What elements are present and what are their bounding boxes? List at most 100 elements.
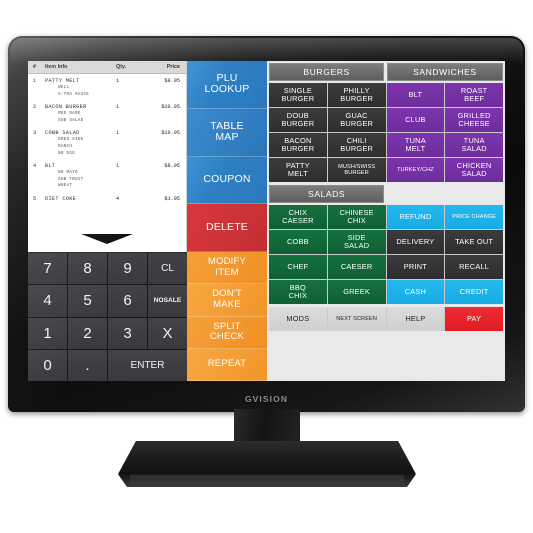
keypad-key-no-sale[interactable]: NO SALE [148,285,187,317]
category-burgers[interactable]: BURGERS [269,63,385,81]
menu-button-patty-melt[interactable]: PATTY MELT [269,158,327,182]
receipt-item-row[interactable]: 4 BLT 1 $8.95 [28,162,186,170]
category-row-top: BURGERS SANDWICHES [269,63,503,81]
column-header-price: Price [166,64,180,70]
function-button-coupon[interactable]: COUPON [187,156,267,205]
category-empty-slot [387,185,500,203]
category-salads[interactable]: SALADS [269,185,385,203]
receipt-item-qty: 1 [116,130,120,137]
menu-button-chicken-salad[interactable]: CHICKEN SALAD [445,158,503,182]
numeric-keypad[interactable]: 7 8 9 CL 4 5 6 NO SALE 1 2 3 X 0. ENTER [28,252,187,381]
menu-button-chix-caeser[interactable]: CHIX CAESER [269,205,327,229]
receipt-item-row[interactable]: 1 PATTY MELT 1 $9.95 [28,77,186,85]
receipt-item-name: PATTY MELT [45,78,80,84]
function-button-don-t-make[interactable]: DON'T MAKE [187,284,267,317]
menu-grid-salads-actions[interactable]: CHIX CAESER CHINESE CHIX REFUND PRICE CHANGE C… [269,205,503,304]
keypad-key-3[interactable]: 3 [108,317,147,349]
menu-button-side-salad[interactable]: SIDE SALAD [327,230,386,254]
menu-button-next-screen[interactable]: NEXT SCREEN [327,307,386,331]
receipt-item-name: DIET COKE [45,195,77,202]
keypad-key-5[interactable]: 5 [68,285,107,317]
receipt-item-number: 5 [32,195,37,202]
function-button-table-map[interactable]: TABLE MAP [187,108,267,157]
receipt-item-modifier: SUB FRUIT [58,176,84,182]
category-sandwiches[interactable]: SANDWICHES [387,63,503,81]
keypad-key-[interactable]: . [68,349,107,381]
function-button-modify-item[interactable]: MODIFY ITEM [187,252,267,285]
keypad-key-1[interactable]: 1 [28,317,67,349]
menu-button-take-out[interactable]: TAKE OUT [445,230,503,254]
receipt-item-row[interactable]: 2 BACON BURGER 1 $10.95 [28,103,186,111]
keypad-key-enter[interactable]: ENTER [108,349,187,381]
order-receipt-panel[interactable]: # Item Info Qty. Price 1 PATTY MELT 1 $9.95… [28,61,187,252]
column-header-qty: Qty. [116,64,127,70]
keypad-key-6[interactable]: 6 [108,285,147,317]
scroll-down-arrow-icon[interactable] [81,234,133,244]
receipt-item-row[interactable]: 3 COBB SALAD 1 $10.95 [28,129,186,137]
touchscreen-display: # Item Info Qty. Price 1 PATTY MELT 1 $9.95… [28,61,505,381]
function-button-split-check[interactable]: SPLIT CHECK [187,316,267,349]
receipt-item-qty: 1 [116,78,120,84]
menu-button-help[interactable]: HELP [386,307,445,331]
keypad-key-4[interactable]: 4 [28,285,67,317]
menu-button-print[interactable]: PRINT [386,255,445,279]
menu-button-delivery[interactable]: DELIVERY [386,230,445,254]
menu-button-price-change[interactable]: PRICE CHANGE [445,205,503,229]
menu-button-single-burger[interactable]: SINGLE BURGER [269,83,327,107]
keypad-key-9[interactable]: 9 [108,253,147,285]
menu-button-refund[interactable]: REFUND [386,205,445,229]
keypad-key-7[interactable]: 7 [28,253,67,285]
receipt-item-modifier: NO MAYO [58,170,78,176]
menu-button-grilled-cheese[interactable]: GRILLED CHEESE [445,108,503,132]
function-button-delete[interactable]: DELETE [187,204,267,252]
menu-button-blt[interactable]: BLT [386,83,445,107]
menu-button-greek[interactable]: GREEK [327,280,386,304]
keypad-key-0[interactable]: 0 [28,349,67,381]
receipt-item-number: 4 [32,163,37,170]
menu-button-pay[interactable]: PAY [445,307,503,331]
receipt-item-number: 3 [32,130,37,137]
column-header-number: # [33,64,36,70]
menu-button-mush-swiss-burger[interactable]: MUSH/SWISS BURGER [327,158,386,182]
menu-button-caeser[interactable]: CAESER [327,255,386,279]
receipt-item-price: $10.95 [161,104,180,111]
category-row-salads: SALADS [269,185,503,203]
receipt-items-list[interactable]: 1 PATTY MELT 1 $9.95 WELL X-TRA SAUCE 2 BACON B… [28,74,186,208]
function-button-plu-lookup[interactable]: PLU LOOKUP [187,61,267,109]
action-button-row[interactable]: MODS NEXT SCREEN HELP PAY [269,307,503,331]
monitor-stand-base [118,441,416,487]
menu-button-tuna-melt[interactable]: TUNA MELT [386,133,445,157]
keypad-key-x[interactable]: X [148,317,187,349]
menu-button-mods[interactable]: MODS [269,307,327,331]
keypad-key-cl[interactable]: CL [148,253,187,285]
menu-button-chef[interactable]: CHEF [269,255,327,279]
menu-button-tuna-salad[interactable]: TUNA SALAD [445,133,503,157]
menu-panel: BURGERS SANDWICHES SINGLE BURGER PHILLY BUR… [267,61,505,381]
menu-button-recall[interactable]: RECALL [445,255,503,279]
receipt-item-modifier: SUB SALAD [58,117,84,123]
menu-button-cash[interactable]: CASH [386,280,445,304]
receipt-item-name: BLT [45,163,56,170]
keypad-key-8[interactable]: 8 [68,253,107,285]
function-button-repeat[interactable]: REPEAT [187,348,267,381]
keypad-key-2[interactable]: 2 [68,317,107,349]
menu-button-turkey-chz[interactable]: TURKEY/CHZ [386,158,445,182]
menu-button-chinese-chix[interactable]: CHINESE CHIX [327,205,386,229]
menu-button-philly-burger[interactable]: PHILLY BURGER [327,83,386,107]
menu-button-cobb[interactable]: COBB [269,230,327,254]
menu-button-doub-burger[interactable]: DOUB BURGER [269,108,327,132]
menu-button-bacon-burger[interactable]: BACON BURGER [269,133,327,157]
receipt-item-modifier: WELL [58,85,70,90]
menu-button-chili-burger[interactable]: CHILI BURGER [327,133,386,157]
menu-button-roast-beef[interactable]: ROAST BEEF [445,83,503,107]
receipt-item-qty: 4 [116,195,120,202]
receipt-item-row[interactable]: 5 DIET COKE 4 $1.95 [28,195,186,203]
menu-button-bbq-chix[interactable]: BBQ CHIX [269,280,327,304]
menu-button-credit[interactable]: CREDIT [445,280,503,304]
pos-terminal-photo: # Item Info Qty. Price 1 PATTY MELT 1 $9.95… [0,0,533,533]
receipt-item-qty: 1 [116,163,120,170]
menu-button-club[interactable]: CLUB [386,108,445,132]
receipt-item-name: BACON BURGER [45,104,87,111]
menu-grid-burgers-sandwiches[interactable]: SINGLE BURGER PHILLY BURGER BLT ROAST BEEF DOUB… [269,83,503,182]
menu-button-guac-burger[interactable]: GUAC BURGER [327,108,386,132]
